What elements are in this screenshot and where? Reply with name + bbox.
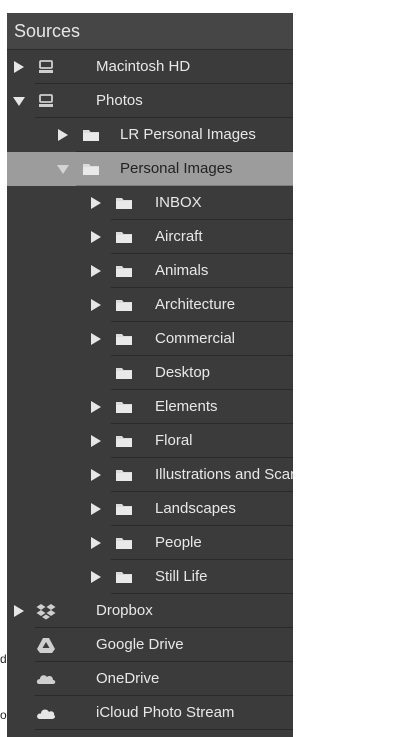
tree-row-photos[interactable]: Photos [7,84,293,118]
sources-header: Sources [7,13,293,50]
tree-row-label: Macintosh HD [96,58,191,75]
folder-icon [114,398,134,416]
tree-row-elements[interactable]: Elements [7,390,293,424]
tree-row-inbox[interactable]: INBOX [7,186,293,220]
tree-row-label: Commercial [155,330,236,347]
folder-icon [114,432,134,450]
sources-panel: Sources Macintosh HD Photos LR Personal Im… [7,13,293,737]
disclosure-collapsed-icon[interactable] [57,128,69,142]
tree-row-people[interactable]: People [7,526,293,560]
tree-row-dropbox[interactable]: Dropbox [7,594,293,628]
tree-row-animals[interactable]: Animals [7,254,293,288]
disclosure-collapsed-icon[interactable] [90,332,102,346]
folder-icon [114,500,134,518]
tree-row-label: LR Personal Images [120,126,256,143]
tree-row-label: Aircraft [155,228,203,245]
edge-text-d: d [0,652,7,666]
tree-row-label: INBOX [155,194,202,211]
disclosure-collapsed-icon[interactable] [90,400,102,414]
tree-row-label: People [155,534,202,551]
disclosure-collapsed-icon[interactable] [90,298,102,312]
tree-row-still-life[interactable]: Still Life [7,560,293,594]
tree-row-architecture[interactable]: Architecture [7,288,293,322]
disclosure-collapsed-icon[interactable] [90,230,102,244]
tree-row-label: Desktop [155,364,211,381]
folder-icon [114,228,134,246]
tree-row-aircraft[interactable]: Aircraft [7,220,293,254]
disclosure-expanded-icon[interactable] [13,94,25,108]
tree-row-label: Landscapes [155,500,236,517]
tree-row-illustrations-and-scans[interactable]: Illustrations and Scans [7,458,293,492]
icloud-icon [36,704,56,722]
tree-row-icloud-photo-stream[interactable]: iCloud Photo Stream [7,696,293,730]
disclosure-collapsed-icon[interactable] [13,60,25,74]
tree-row-lr-personal-images[interactable]: LR Personal Images [7,118,293,152]
tree-row-google-drive[interactable]: Google Drive [7,628,293,662]
disclosure-collapsed-icon[interactable] [90,536,102,550]
tree-row-label: Google Drive [96,636,184,653]
tree-row-label: Dropbox [96,602,153,619]
folder-icon [114,296,134,314]
tree-row-desktop[interactable]: Desktop [7,356,293,390]
folder-icon [114,330,134,348]
folder-icon [114,262,134,280]
folder-icon [114,364,134,382]
tree-row-label: Personal Images [120,160,233,177]
tree-row-label: Illustrations and Scans [155,466,293,483]
disclosure-collapsed-icon[interactable] [90,196,102,210]
folder-icon [114,534,134,552]
drive-icon [36,92,56,110]
tree-row-label: Elements [155,398,218,415]
disclosure-collapsed-icon[interactable] [90,502,102,516]
onedrive-icon [36,670,56,688]
tree-row-label: OneDrive [96,670,160,687]
folder-icon [81,160,101,178]
tree-row-label: Architecture [155,296,236,313]
row-separator [35,729,293,730]
sources-title: Sources [14,21,81,41]
disclosure-collapsed-icon[interactable] [90,434,102,448]
disclosure-collapsed-icon[interactable] [13,604,25,618]
tree-row-personal-images[interactable]: Personal Images [7,152,293,186]
disclosure-collapsed-icon[interactable] [90,264,102,278]
tree-row-macintosh-hd[interactable]: Macintosh HD [7,50,293,84]
tree-row-label: Still Life [155,568,208,585]
tree-row-landscapes[interactable]: Landscapes [7,492,293,526]
disclosure-expanded-icon[interactable] [57,162,69,176]
folder-icon [114,568,134,586]
disclosure-collapsed-icon[interactable] [90,468,102,482]
google-drive-icon [36,636,56,654]
drive-icon [36,58,56,76]
edge-text-o: o [0,708,7,722]
tree-row-onedrive[interactable]: OneDrive [7,662,293,696]
folder-icon [114,194,134,212]
tree-row-label: Photos [96,92,143,109]
tree-row-commercial[interactable]: Commercial [7,322,293,356]
tree-row-label: Animals [155,262,209,279]
folder-icon [114,466,134,484]
folder-icon [81,126,101,144]
dropbox-icon [36,602,56,620]
tree-row-floral[interactable]: Floral [7,424,293,458]
disclosure-collapsed-icon[interactable] [90,570,102,584]
tree-row-label: Floral [155,432,193,449]
tree-row-label: iCloud Photo Stream [96,704,235,721]
